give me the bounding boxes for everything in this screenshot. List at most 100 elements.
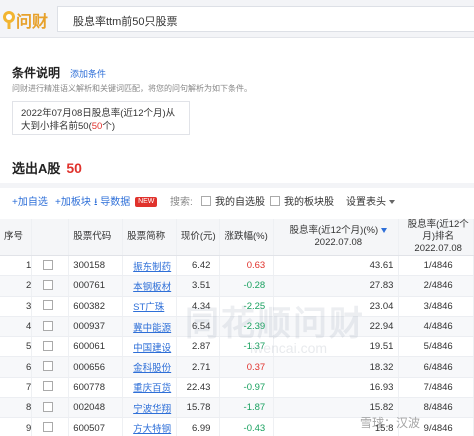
row-index: 1 — [0, 255, 33, 277]
row-checkbox-box[interactable] — [43, 381, 54, 392]
stock-name-link[interactable]: 宁波华翔 — [122, 397, 177, 419]
row-checkbox[interactable] — [31, 275, 70, 297]
logo-text: 问财 — [16, 14, 49, 31]
row-index: 2 — [0, 275, 33, 297]
stock-name-link[interactable]: 金科股份 — [122, 356, 177, 378]
conditions-header: 条件说明 添加条件 — [12, 64, 106, 81]
table-row[interactable]: 7 600778 重庆百货 22.43 -0.97 16.93 7/4846 — [0, 377, 474, 399]
table-row[interactable]: 3 600382 ST广珠 4.34 -2.25 23.04 3/4846 — [0, 296, 474, 317]
results-table: 序号 股票代码 股票简称 现价(元) 涨跌幅(%) 股息率(近12个月)(%) … — [0, 219, 474, 436]
result-count: 50 — [66, 160, 82, 176]
my-block-filter[interactable]: 我的板块股 — [270, 193, 334, 208]
price-change: -0.43 — [219, 417, 275, 436]
col-header-name[interactable]: 股票简称 — [122, 219, 177, 256]
search-input[interactable]: 股息率ttm前50只股票 — [57, 6, 474, 32]
condition-chip[interactable]: 2022年07月08日股息率(近12个月)从大到小排名前50(50个) — [12, 101, 190, 135]
price-change: 0.63 — [219, 255, 275, 277]
row-index: 4 — [0, 316, 33, 338]
col-header-change[interactable]: 涨跌幅(%) — [219, 219, 275, 256]
logo[interactable]: 问财 — [2, 8, 48, 32]
row-checkbox-box[interactable] — [43, 320, 54, 331]
row-index: 7 — [0, 377, 33, 399]
stock-price: 15.78 — [176, 397, 221, 419]
new-badge: NEW — [135, 197, 158, 208]
col-header-dividend-yield[interactable]: 股息率(近12个月)(%) 2022.07.08 — [273, 219, 400, 256]
export-label: 导数据 — [100, 197, 131, 208]
dividend-rank: 6/4846 — [398, 356, 474, 378]
row-checkbox[interactable] — [31, 417, 70, 436]
add-condition-link[interactable]: 添加条件 — [70, 67, 106, 80]
row-checkbox[interactable] — [31, 336, 70, 358]
row-checkbox-box[interactable] — [43, 259, 54, 270]
dividend-yield: 19.51 — [273, 336, 400, 358]
dividend-rank: 3/4846 — [398, 296, 474, 317]
dividend-yield: 43.61 — [273, 255, 400, 277]
stock-code: 300158 — [68, 255, 124, 277]
col-header-price[interactable]: 现价(元) — [176, 219, 221, 256]
table-row[interactable]: 6 000656 金科股份 2.71 0.37 18.32 6/4846 — [0, 356, 474, 378]
add-block-button[interactable]: +加板块 — [55, 193, 91, 208]
table-row[interactable]: 8 002048 宁波华翔 15.78 -1.87 15.82 8/4846 — [0, 397, 474, 419]
my-watchlist-checkbox[interactable] — [201, 196, 211, 206]
table-toolbar: +加自选 +加板块 ⭳ 导数据 NEW 搜索: 我的自选股 我的板块股 设置表头 — [0, 191, 474, 209]
row-checkbox[interactable] — [31, 356, 70, 378]
stock-code: 600061 — [68, 336, 124, 358]
dividend-rank: 7/4846 — [398, 377, 474, 399]
col-header-code[interactable]: 股票代码 — [68, 219, 124, 256]
dividend-yield-header-date: 2022.07.08 — [314, 237, 363, 248]
table-row[interactable]: 4 000937 冀中能源 6.54 -2.39 22.94 4/4846 — [0, 316, 474, 338]
table-row[interactable]: 5 600061 中国建设 2.87 -1.37 19.51 5/4846 — [0, 336, 474, 358]
stock-price: 6.54 — [176, 316, 221, 338]
col-header-dividend-rank[interactable]: 股息率(近12个月)排名 2022.07.08 — [398, 219, 474, 256]
row-checkbox-box[interactable] — [43, 422, 54, 433]
dividend-rank: 9/4846 — [398, 417, 474, 436]
add-watchlist-button[interactable]: +加自选 — [12, 193, 48, 208]
header-settings-label: 设置表头 — [346, 197, 386, 208]
row-index: 3 — [0, 296, 33, 317]
row-checkbox[interactable] — [31, 397, 70, 419]
section-divider — [0, 183, 474, 188]
row-checkbox-box[interactable] — [43, 300, 54, 311]
row-checkbox[interactable] — [31, 316, 70, 338]
table-row[interactable]: 2 000761 本钢板材 3.51 -0.28 27.83 2/4846 — [0, 275, 474, 297]
stock-price: 2.71 — [176, 356, 221, 378]
row-index: 6 — [0, 356, 33, 378]
stock-name-link[interactable]: 本钢板材 — [122, 275, 177, 297]
row-checkbox[interactable] — [31, 255, 70, 277]
logo-icon — [2, 10, 16, 30]
price-change: 0.37 — [219, 356, 275, 378]
row-checkbox-box[interactable] — [43, 361, 54, 372]
row-checkbox-box[interactable] — [43, 401, 54, 412]
header-settings-dropdown[interactable]: 设置表头 — [346, 193, 395, 208]
col-header-index: 序号 — [0, 219, 33, 256]
table-row[interactable]: 1 300158 振东制药 6.42 0.63 43.61 1/4846 — [0, 255, 474, 277]
dividend-rank-header-label: 股息率(近12个月)排名 — [407, 219, 469, 242]
stock-price: 6.42 — [176, 255, 221, 277]
my-block-label: 我的板块股 — [284, 197, 334, 208]
row-checkbox-box[interactable] — [43, 340, 54, 351]
export-data-button[interactable]: ⭳ 导数据 NEW — [94, 193, 158, 212]
row-checkbox[interactable] — [31, 377, 70, 399]
stock-name-link[interactable]: 方大特钢 — [122, 417, 177, 436]
dividend-yield: 27.83 — [273, 275, 400, 297]
stock-name-link[interactable]: 中国建设 — [122, 336, 177, 358]
stock-name-link[interactable]: 重庆百货 — [122, 377, 177, 399]
row-checkbox-box[interactable] — [43, 279, 54, 290]
dividend-yield: 16.93 — [273, 377, 400, 399]
my-watchlist-filter[interactable]: 我的自选股 — [201, 193, 265, 208]
dividend-rank: 2/4846 — [398, 275, 474, 297]
condition-suffix: 个) — [102, 121, 115, 132]
table-row[interactable]: 9 600507 方大特钢 6.99 -0.43 15.8 9/4846 — [0, 417, 474, 436]
row-checkbox[interactable] — [31, 296, 70, 317]
conditions-title: 条件说明 — [12, 66, 61, 80]
stock-name-link[interactable]: ST广珠 — [122, 296, 177, 317]
stock-name-link[interactable]: 振东制药 — [122, 255, 177, 277]
search-query: 股息率ttm前50只股票 — [73, 16, 178, 28]
price-change: -2.39 — [219, 316, 275, 338]
stock-code: 000937 — [68, 316, 124, 338]
stock-code: 600382 — [68, 296, 124, 317]
sort-desc-icon[interactable] — [381, 227, 388, 233]
stock-name-link[interactable]: 冀中能源 — [122, 316, 177, 338]
my-block-checkbox[interactable] — [270, 196, 280, 206]
condition-number: 50 — [91, 121, 103, 132]
